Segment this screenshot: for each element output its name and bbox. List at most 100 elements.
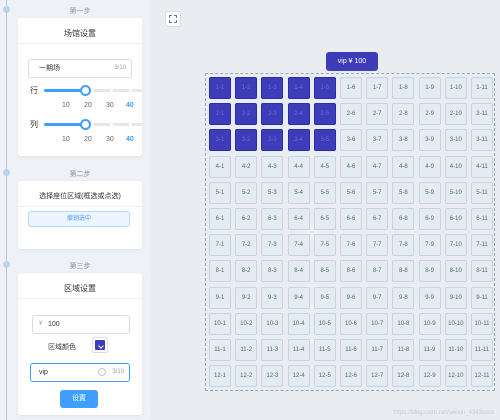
seat[interactable]: 8-1 bbox=[209, 260, 231, 283]
seat[interactable]: 1-11 bbox=[471, 77, 493, 99]
seat[interactable]: 12-5 bbox=[313, 365, 336, 388]
seat[interactable]: 11-11 bbox=[471, 339, 493, 361]
seat[interactable]: 6-10 bbox=[444, 208, 467, 230]
seat[interactable]: 8-8 bbox=[392, 260, 415, 283]
seat[interactable]: 6-3 bbox=[261, 208, 284, 230]
seat[interactable]: 6-6 bbox=[340, 208, 362, 230]
seat[interactable]: 2-7 bbox=[366, 103, 389, 126]
seat[interactable]: 3-2 bbox=[235, 129, 258, 152]
seat[interactable]: 7-3 bbox=[261, 234, 284, 257]
seat[interactable]: 8-2 bbox=[235, 260, 258, 283]
seat[interactable]: 1-8 bbox=[392, 77, 415, 99]
seat[interactable]: 12-10 bbox=[444, 365, 467, 388]
seat[interactable]: 3-9 bbox=[418, 129, 441, 152]
seat[interactable]: 7-8 bbox=[392, 234, 415, 257]
seat[interactable]: 6-4 bbox=[287, 208, 310, 230]
seat[interactable]: 8-7 bbox=[366, 260, 389, 283]
seat[interactable]: 10-7 bbox=[366, 312, 389, 335]
seat[interactable]: 11-3 bbox=[261, 339, 284, 361]
clear-icon[interactable] bbox=[98, 368, 106, 376]
seat[interactable]: 7-10 bbox=[444, 234, 467, 257]
seat[interactable]: 5-7 bbox=[366, 181, 389, 204]
seat[interactable]: 6-11 bbox=[471, 208, 493, 230]
seat[interactable]: 10-2 bbox=[235, 312, 258, 335]
color-picker[interactable] bbox=[92, 337, 108, 353]
seat[interactable]: 7-7 bbox=[366, 234, 389, 257]
seat[interactable]: 7-11 bbox=[471, 234, 493, 257]
cols-slider-handle[interactable] bbox=[80, 119, 91, 130]
seat[interactable]: 9-7 bbox=[366, 286, 389, 309]
seat[interactable]: 2-6 bbox=[340, 103, 362, 126]
seat[interactable]: 2-2 bbox=[235, 103, 258, 126]
seat[interactable]: 3-7 bbox=[366, 129, 389, 152]
seat[interactable]: 10-4 bbox=[287, 312, 310, 335]
price-input[interactable]: ¥ 100 bbox=[32, 315, 130, 334]
seat[interactable]: 2-1 bbox=[209, 103, 231, 126]
seat[interactable]: 12-11 bbox=[471, 365, 493, 388]
seat[interactable]: 1-5 bbox=[313, 77, 336, 99]
seat[interactable]: 9-10 bbox=[444, 286, 467, 309]
seat[interactable]: 12-7 bbox=[366, 365, 389, 388]
seat[interactable]: 9-9 bbox=[418, 286, 441, 309]
seat[interactable]: 8-5 bbox=[313, 260, 336, 283]
seat[interactable]: 11-10 bbox=[444, 339, 467, 361]
undo-selection-button[interactable]: 撤销选中 bbox=[28, 211, 130, 227]
seat[interactable]: 5-5 bbox=[313, 181, 336, 204]
seat[interactable]: 9-2 bbox=[235, 286, 258, 309]
seat[interactable]: 5-9 bbox=[418, 181, 441, 204]
seat[interactable]: 6-8 bbox=[392, 208, 415, 230]
seat[interactable]: 10-9 bbox=[418, 312, 441, 335]
seat[interactable]: 9-3 bbox=[261, 286, 284, 309]
seat[interactable]: 9-1 bbox=[209, 286, 231, 309]
seat[interactable]: 10-5 bbox=[313, 312, 336, 335]
seat[interactable]: 3-5 bbox=[313, 129, 336, 152]
seat[interactable]: 8-9 bbox=[418, 260, 441, 283]
seat[interactable]: 7-4 bbox=[287, 234, 310, 257]
seat[interactable]: 4-5 bbox=[313, 155, 336, 178]
seat[interactable]: 1-7 bbox=[366, 77, 389, 99]
seat[interactable]: 4-2 bbox=[235, 155, 258, 178]
seat[interactable]: 5-11 bbox=[471, 181, 493, 204]
seat[interactable]: 4-4 bbox=[287, 155, 310, 178]
seat[interactable]: 11-5 bbox=[313, 339, 336, 361]
seat[interactable]: 6-7 bbox=[366, 208, 389, 230]
seat[interactable]: 2-10 bbox=[444, 103, 467, 126]
seat[interactable]: 6-5 bbox=[313, 208, 336, 230]
area-price-tag[interactable]: vip ¥ 100 bbox=[326, 52, 378, 71]
seat[interactable]: 12-1 bbox=[209, 365, 231, 388]
seat[interactable]: 1-2 bbox=[235, 77, 258, 99]
seat[interactable]: 9-8 bbox=[392, 286, 415, 309]
seat[interactable]: 9-6 bbox=[340, 286, 362, 309]
fullscreen-icon[interactable] bbox=[165, 11, 181, 27]
seat[interactable]: 7-2 bbox=[235, 234, 258, 257]
seat[interactable]: 1-3 bbox=[261, 77, 284, 99]
rows-slider[interactable]: 行 bbox=[30, 83, 142, 97]
seat[interactable]: 10-6 bbox=[340, 312, 362, 335]
seat[interactable]: 4-8 bbox=[392, 155, 415, 178]
seat[interactable]: 11-7 bbox=[366, 339, 389, 361]
seat[interactable]: 5-1 bbox=[209, 181, 231, 204]
seat[interactable]: 4-9 bbox=[418, 155, 441, 178]
seat[interactable]: 9-4 bbox=[287, 286, 310, 309]
seat[interactable]: 1-1 bbox=[209, 77, 231, 99]
seat[interactable]: 5-3 bbox=[261, 181, 284, 204]
seat[interactable]: 3-4 bbox=[287, 129, 310, 152]
seat[interactable]: 1-4 bbox=[287, 77, 310, 99]
seat[interactable]: 2-9 bbox=[418, 103, 441, 126]
seat[interactable]: 2-8 bbox=[392, 103, 415, 126]
seat[interactable]: 10-10 bbox=[444, 312, 467, 335]
seat[interactable]: 11-6 bbox=[340, 339, 362, 361]
cols-track[interactable] bbox=[44, 119, 142, 130]
seat[interactable]: 9-5 bbox=[313, 286, 336, 309]
seat[interactable]: 4-6 bbox=[340, 155, 362, 178]
seat[interactable]: 11-2 bbox=[235, 339, 258, 361]
seat[interactable]: 10-8 bbox=[392, 312, 415, 335]
seat[interactable]: 12-8 bbox=[392, 365, 415, 388]
seat[interactable]: 3-6 bbox=[340, 129, 362, 152]
seat[interactable]: 7-1 bbox=[209, 234, 231, 257]
seat[interactable]: 2-11 bbox=[471, 103, 493, 126]
seat[interactable]: 6-1 bbox=[209, 208, 231, 230]
seat[interactable]: 3-11 bbox=[471, 129, 493, 152]
seat[interactable]: 7-5 bbox=[313, 234, 336, 257]
seat-grid[interactable]: 1-1 1-2 1-3 1-4 1-5 1-6 1-7 1-8 1-9 1-10 1-11 2-1 2-… bbox=[205, 73, 495, 391]
